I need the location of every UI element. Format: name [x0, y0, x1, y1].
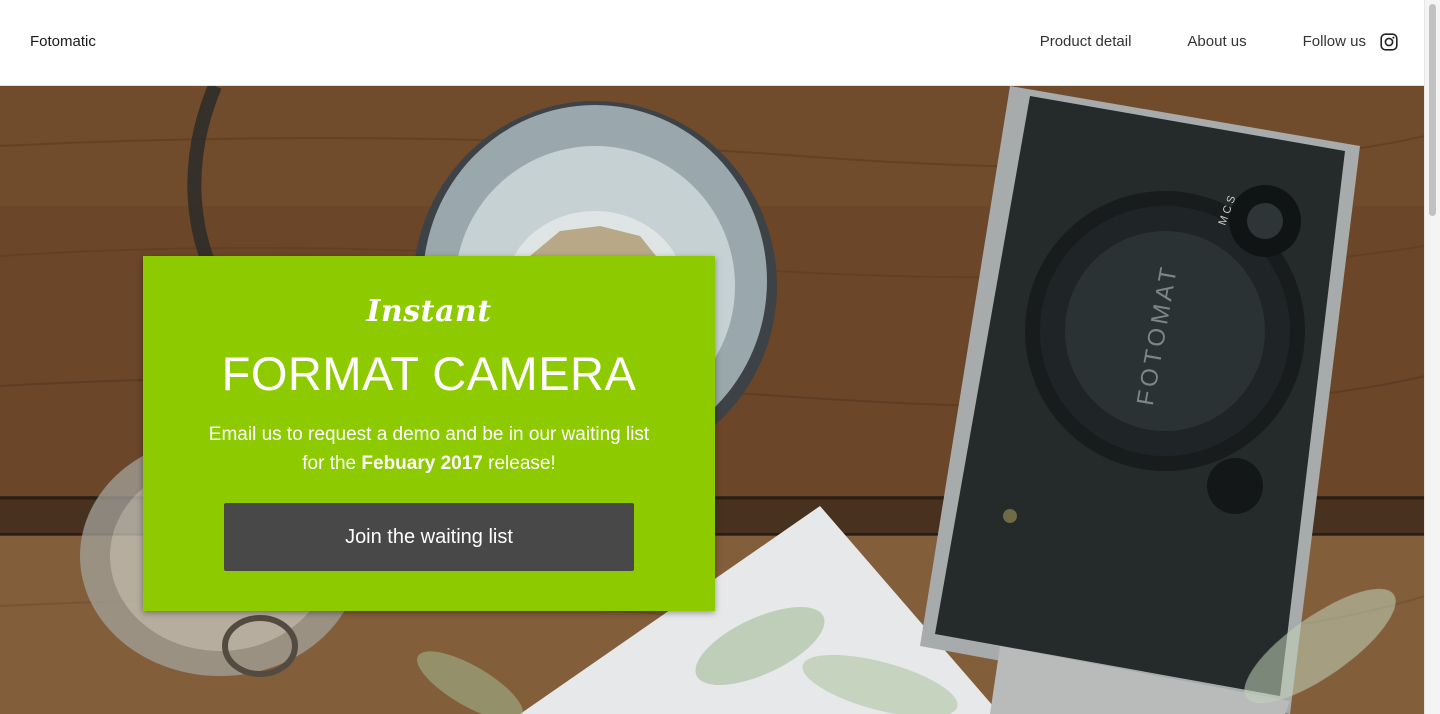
promo-card: Instant FORMAT CAMERA Email us to reques… — [143, 256, 715, 611]
page-scrollbar[interactable] — [1424, 0, 1440, 714]
page: Fotomatic Product detail About us Follow… — [0, 0, 1440, 714]
nav-about-us[interactable]: About us — [1187, 30, 1246, 54]
main-nav: Product detail About us Follow us — [1040, 30, 1398, 54]
join-waiting-list-button[interactable]: Join the waiting list — [224, 503, 634, 571]
nav-follow-us: Follow us — [1303, 30, 1398, 54]
promo-description-suffix: release! — [482, 453, 556, 474]
release-date-highlight: Febuary 2017 — [361, 453, 483, 474]
scrollbar-thumb[interactable] — [1429, 4, 1436, 216]
promo-description: Email us to request a demo and be in our… — [203, 420, 655, 478]
promo-title: FORMAT CAMERA — [221, 347, 637, 400]
brand-logo[interactable]: Fotomatic — [30, 32, 96, 52]
site-header: Fotomatic Product detail About us Follow… — [0, 0, 1425, 86]
instagram-icon[interactable] — [1380, 33, 1398, 51]
nav-product-detail[interactable]: Product detail — [1040, 30, 1132, 54]
promo-script-title: Instant — [366, 294, 492, 329]
nav-follow-us-link[interactable]: Follow us — [1303, 30, 1366, 54]
